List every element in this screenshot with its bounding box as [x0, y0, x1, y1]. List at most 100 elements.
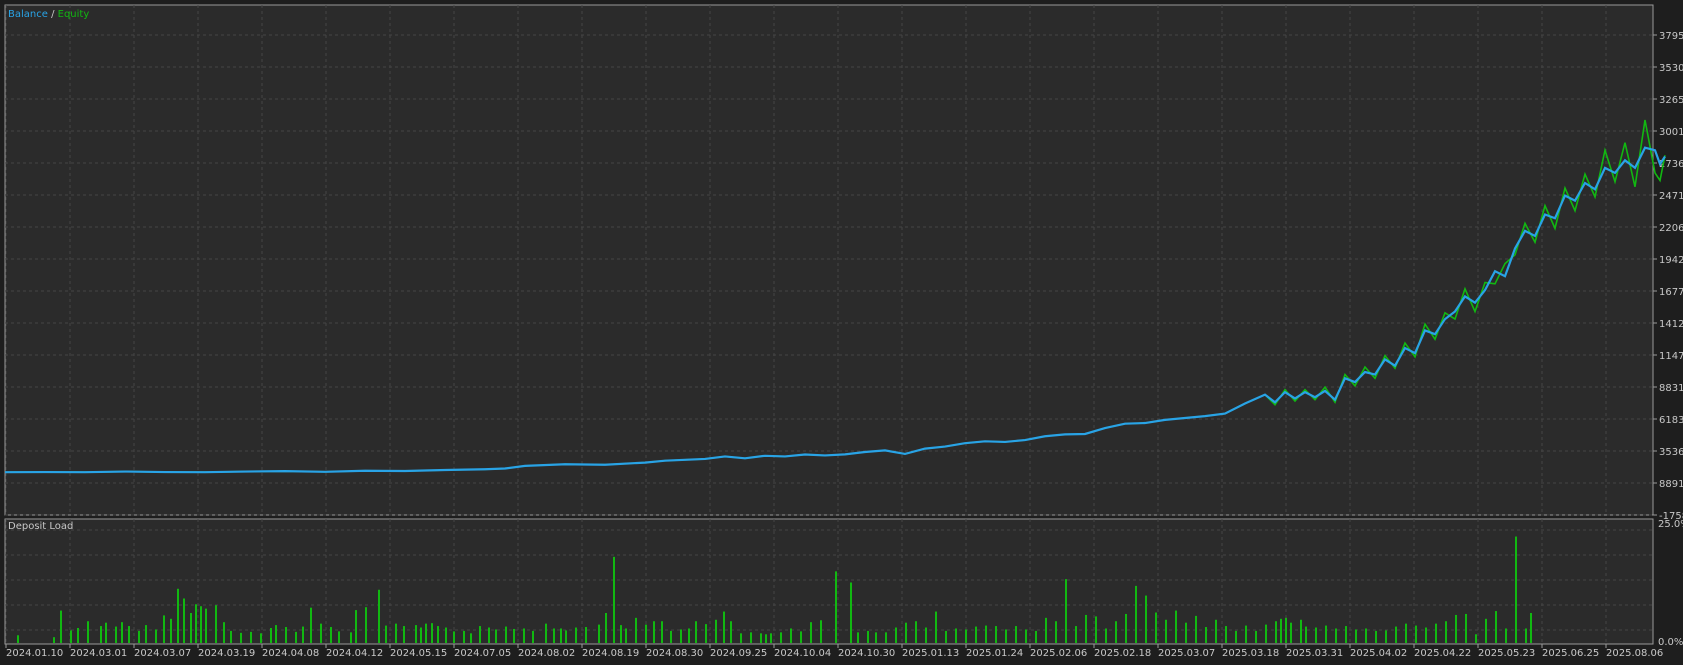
- deposit-load-bar: [653, 621, 655, 643]
- deposit-load-bar: [250, 631, 252, 643]
- x-tick-label: 2024.08.02: [518, 648, 575, 659]
- deposit-load-bar: [320, 623, 322, 643]
- x-tick-label: 2024.04.12: [326, 648, 383, 659]
- deposit-load-bar: [1235, 630, 1237, 643]
- y-tick-label: 22068: [1659, 223, 1683, 234]
- deposit-load-bar: [1325, 625, 1327, 643]
- deposit-load-bar: [688, 628, 690, 643]
- deposit-load-bar: [695, 621, 697, 643]
- deposit-load-bar: [1290, 622, 1292, 643]
- deposit-load-bar: [395, 623, 397, 643]
- x-tick-label: 2024.01.10: [6, 648, 63, 659]
- deposit-load-bar: [560, 628, 562, 643]
- deposit-load-bar: [780, 632, 782, 643]
- deposit-load-bar: [1045, 617, 1047, 643]
- deposit-load-bar: [195, 604, 197, 643]
- deposit-load-bar: [1515, 536, 1517, 643]
- y-tick-label: 24715: [1659, 191, 1683, 202]
- legend-balance: Balance: [8, 9, 48, 20]
- deposit-load-bar: [955, 628, 957, 643]
- x-tick-label: 2024.03.01: [70, 648, 127, 659]
- deposit-load-bar: [935, 611, 937, 643]
- deposit-load-bar: [1315, 627, 1317, 643]
- deposit-load-bar: [513, 628, 515, 643]
- deposit-load-bar: [820, 620, 822, 643]
- deposit-load-bar: [205, 608, 207, 643]
- deposit-load-bar: [470, 633, 472, 643]
- x-tick-label: 2024.08.30: [646, 648, 703, 659]
- deposit-load-bar: [613, 556, 615, 643]
- x-tick-label: 2024.03.19: [198, 648, 255, 659]
- deposit-load-bar: [553, 628, 555, 643]
- deposit-load-bar: [302, 626, 304, 643]
- deposit-load-bar: [338, 631, 340, 643]
- deposit-load-bar: [1185, 622, 1187, 643]
- deposit-load-bar: [1335, 628, 1337, 643]
- deposit-load-bar: [585, 627, 587, 643]
- deposit-load-bar: [330, 627, 332, 643]
- deposit-load-bar: [1275, 621, 1277, 643]
- deposit-load-bar: [275, 625, 277, 643]
- deposit-load-bar: [1465, 613, 1467, 643]
- deposit-load-bar: [1095, 616, 1097, 643]
- deposit-load-bar: [975, 626, 977, 643]
- deposit-load-bar: [115, 626, 117, 643]
- x-tick-label: 2025.06.25: [1542, 648, 1599, 659]
- deposit-load-bar: [1530, 612, 1532, 643]
- deposit-load-bar: [505, 626, 507, 643]
- deposit-load-bar: [635, 617, 637, 643]
- y-tick-label: 16773: [1659, 287, 1683, 298]
- deposit-load-bar: [170, 618, 172, 643]
- deposit-load-bar: [17, 635, 19, 643]
- deposit-load-bar: [77, 627, 79, 643]
- deposit-load-bar: [885, 632, 887, 643]
- deposit-load-bar: [1195, 615, 1197, 643]
- y-tick-label: 19420: [1659, 255, 1683, 266]
- deposit-load-bar: [87, 621, 89, 643]
- deposit-load-bar: [835, 571, 837, 643]
- deposit-load-bar: [495, 629, 497, 643]
- deposit-load-bar: [1105, 628, 1107, 643]
- deposit-load-bar: [945, 630, 947, 643]
- deposit-load-bar: [1155, 612, 1157, 643]
- deposit-load-bar: [488, 627, 490, 643]
- deposit-load-bar: [565, 630, 567, 643]
- y-tick-label: 37952: [1659, 31, 1683, 42]
- deposit-load-bar: [100, 626, 102, 643]
- deposit-load-bar: [532, 630, 534, 643]
- deposit-load-bar: [479, 626, 481, 643]
- deposit-load-bar: [750, 632, 752, 643]
- deposit-load-bar: [453, 631, 455, 643]
- deposit-load-bar: [605, 612, 607, 643]
- deposit-load-bar: [1405, 623, 1407, 643]
- x-tick-label: 2024.08.19: [582, 648, 639, 659]
- deposit-load-bar: [740, 633, 742, 643]
- deposit-load-bar: [240, 632, 242, 643]
- deposit-load-bar: [1455, 614, 1457, 643]
- deposit-load-bar: [1485, 618, 1487, 643]
- deposit-load-bar: [875, 632, 877, 643]
- x-tick-label: 2025.03.07: [1158, 648, 1215, 659]
- deposit-load-bar: [1115, 621, 1117, 643]
- deposit-load-bar: [625, 628, 627, 643]
- deposit-load-bar: [70, 630, 72, 643]
- deposit-load-bar: [1245, 625, 1247, 643]
- x-tick-label: 2025.04.02: [1350, 648, 1407, 659]
- x-tick-label: 2024.10.30: [838, 648, 895, 659]
- deposit-load-bar: [200, 606, 202, 643]
- deposit-load-bar: [1145, 595, 1147, 643]
- deposit-load-bar: [53, 637, 55, 643]
- deposit-load-bar: [145, 625, 147, 643]
- y-tick-label: 32657: [1659, 95, 1683, 106]
- deposit-load-bar: [1445, 621, 1447, 643]
- deposit-load-bar: [985, 625, 987, 643]
- deposit-load-bar: [1125, 613, 1127, 643]
- deposit-load-bar: [1285, 617, 1287, 643]
- deposit-load-bar: [645, 624, 647, 643]
- deposit-load-bar: [995, 626, 997, 643]
- deposit-load-bar: [350, 632, 352, 643]
- x-tick-label: 2025.05.23: [1478, 648, 1535, 659]
- deposit-load-bar: [895, 627, 897, 643]
- deposit-load-title: Deposit Load: [8, 521, 73, 532]
- deposit-load-bar: [1005, 629, 1007, 643]
